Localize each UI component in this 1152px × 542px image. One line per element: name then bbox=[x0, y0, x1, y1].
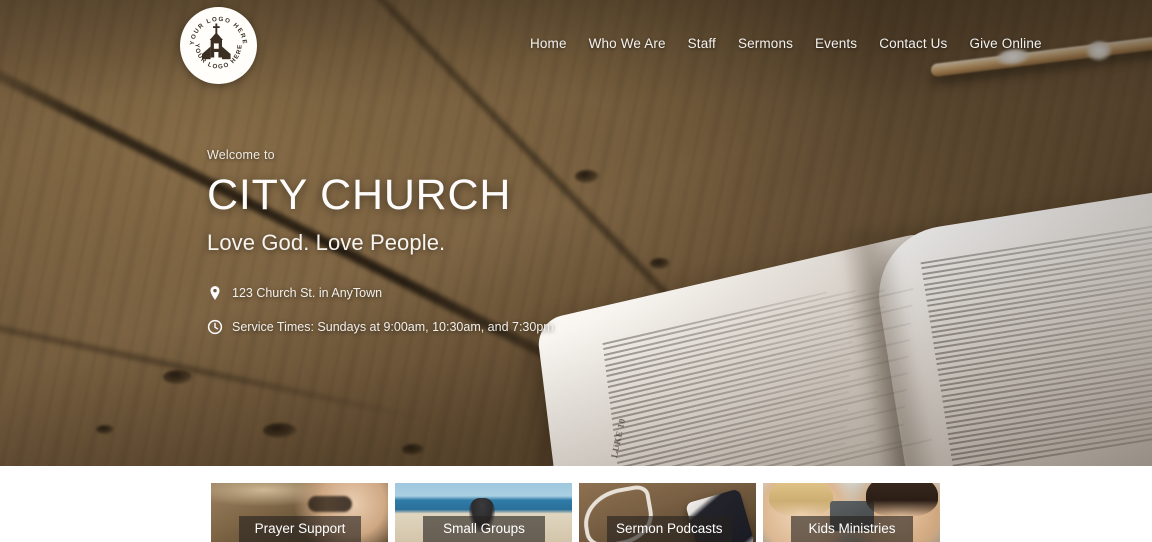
feature-card-label: Sermon Podcasts bbox=[607, 516, 732, 542]
hero-eyebrow: Welcome to bbox=[207, 148, 275, 162]
hero-tagline: Love God. Love People. bbox=[207, 229, 446, 255]
clock-icon bbox=[207, 319, 223, 335]
church-logo[interactable]: YOUR LOGO HERE YOUR LOGO HERE bbox=[180, 7, 257, 84]
address-row: 123 Church St. in AnyTown bbox=[207, 285, 847, 301]
wood-knot bbox=[96, 425, 114, 434]
service-times-row: Service Times: Sundays at 9:00am, 10:30a… bbox=[207, 319, 847, 335]
nav-item-events[interactable]: Events bbox=[815, 36, 857, 51]
address-text: 123 Church St. in AnyTown bbox=[232, 285, 383, 300]
wood-knot bbox=[263, 423, 297, 438]
feature-card-small-groups[interactable]: Small Groups bbox=[395, 483, 572, 542]
hero-banner: LUKE 10 YOUR LOGO HERE YOUR LOGO HERE Ho… bbox=[0, 0, 1152, 466]
feature-card-prayer-support[interactable]: Prayer Support bbox=[211, 483, 388, 542]
feature-card-sermon-podcasts[interactable]: Sermon Podcasts bbox=[579, 483, 756, 542]
hero-content: Welcome to CITY CHURCH Love God. Love Pe… bbox=[207, 148, 847, 335]
feature-card-kids-ministries[interactable]: Kids Ministries bbox=[763, 483, 940, 542]
wood-knot bbox=[402, 444, 424, 455]
feature-card-label: Small Groups bbox=[423, 516, 545, 542]
nav-item-contact-us[interactable]: Contact Us bbox=[879, 36, 947, 51]
nav-item-who-we-are[interactable]: Who We Are bbox=[589, 36, 666, 51]
nav-item-sermons[interactable]: Sermons bbox=[738, 36, 793, 51]
location-pin-icon bbox=[207, 285, 223, 301]
nav-item-home[interactable]: Home bbox=[530, 36, 567, 51]
service-times-text: Service Times: Sundays at 9:00am, 10:30a… bbox=[232, 319, 554, 334]
nav-item-give-online[interactable]: Give Online bbox=[969, 36, 1041, 51]
main-navigation[interactable]: Home Who We Are Staff Sermons Events Con… bbox=[530, 36, 1042, 51]
church-homepage: LUKE 10 YOUR LOGO HERE YOUR LOGO HERE Ho… bbox=[0, 0, 1152, 542]
nav-item-staff[interactable]: Staff bbox=[688, 36, 716, 51]
wood-knot bbox=[163, 370, 193, 384]
feature-card-label: Kids Ministries bbox=[791, 516, 913, 542]
feature-card-row: Prayer Support Small Groups Sermon Podca… bbox=[211, 483, 940, 542]
page-title: CITY CHURCH bbox=[207, 171, 512, 219]
feature-card-label: Prayer Support bbox=[239, 516, 361, 542]
